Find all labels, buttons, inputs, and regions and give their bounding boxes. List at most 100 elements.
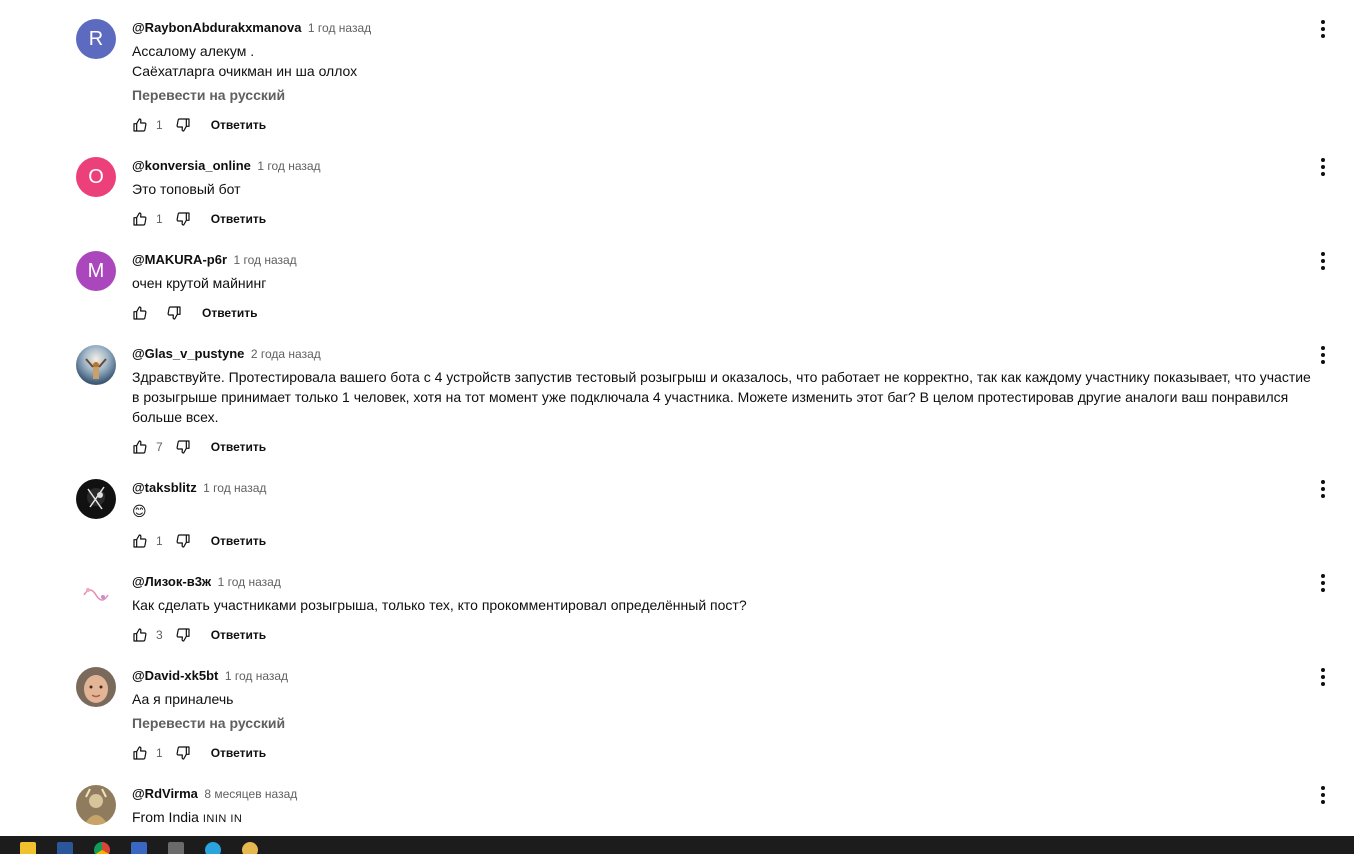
- avatar[interactable]: [76, 785, 116, 825]
- comments-list: R @RaybonAbdurakxmanova 1 год назад Асса…: [0, 0, 1354, 836]
- reply-button[interactable]: Ответить: [211, 628, 266, 642]
- avatar[interactable]: M: [76, 251, 116, 291]
- comment-time[interactable]: 1 год назад: [203, 481, 266, 495]
- avatar[interactable]: [76, 345, 116, 385]
- comment-header: @David-xk5bt 1 год назад: [132, 667, 1342, 685]
- word-icon[interactable]: [57, 842, 73, 854]
- reply-button[interactable]: Ответить: [211, 212, 266, 226]
- avatar[interactable]: R: [76, 19, 116, 59]
- comment-header: @RaybonAbdurakxmanova 1 год назад: [132, 19, 1342, 37]
- comment-actions: 7 Ответить: [132, 437, 266, 457]
- more-vert-icon[interactable]: [1313, 251, 1333, 271]
- comment-time[interactable]: 1 год назад: [233, 253, 296, 267]
- comment-author[interactable]: @Лизок-в3ж: [132, 574, 211, 589]
- thumb-up-icon[interactable]: [132, 627, 148, 643]
- comment-actions: 1 Ответить: [132, 743, 266, 763]
- thumb-up-icon[interactable]: [132, 305, 148, 321]
- comment-thread: @taksblitz 1 год назад 😊 1 Ответить: [0, 479, 1354, 559]
- photo-app-icon[interactable]: [168, 842, 184, 854]
- reply-button[interactable]: Ответить: [202, 306, 257, 320]
- comment-text: Аа я приналечь: [132, 689, 1342, 709]
- comment-author[interactable]: @David-xk5bt: [132, 668, 218, 683]
- comment-thread: O @konversia_online 1 год назад Это топо…: [0, 157, 1354, 237]
- comment-text-line: 😊: [132, 503, 147, 519]
- thumb-down-icon[interactable]: [175, 439, 191, 455]
- comment-thread: @Glas_v_pustyne 2 года назад Здравствуйт…: [0, 345, 1354, 465]
- more-vert-icon[interactable]: [1313, 785, 1333, 805]
- thumb-down-icon[interactable]: [175, 745, 191, 761]
- comment-actions: 1 Ответить: [132, 209, 266, 229]
- chart-app-icon[interactable]: [131, 842, 147, 854]
- avatar[interactable]: O: [76, 157, 116, 197]
- comment-body: @Лизок-в3ж 1 год назад Как сделать участ…: [132, 573, 1342, 615]
- more-vert-icon[interactable]: [1313, 479, 1333, 499]
- more-vert-icon[interactable]: [1313, 19, 1333, 39]
- comment-time[interactable]: 1 год назад: [218, 575, 281, 589]
- comment-thread: R @RaybonAbdurakxmanova 1 год назад Асса…: [0, 19, 1354, 139]
- thumb-down-icon[interactable]: [175, 211, 191, 227]
- comment-text-line: в розыгрыше принимает только 1 человек, …: [132, 389, 1289, 405]
- comment-actions: Ответить: [132, 303, 257, 323]
- reply-button[interactable]: Ответить: [211, 440, 266, 454]
- comment-text-line: больше всех.: [132, 409, 219, 425]
- comment-time[interactable]: 1 год назад: [308, 21, 371, 35]
- thumb-up-icon[interactable]: [132, 533, 148, 549]
- comment-thread: @David-xk5bt 1 год назад Аа я приналечь …: [0, 667, 1354, 767]
- telegram-icon[interactable]: [205, 842, 221, 854]
- comment-text-line: Аа я приналечь: [132, 691, 234, 707]
- thumb-down-icon[interactable]: [175, 533, 191, 549]
- more-vert-icon[interactable]: [1313, 667, 1333, 687]
- comment-header: @RdVirma 8 месяцев назад: [132, 785, 1342, 803]
- more-vert-icon[interactable]: [1313, 345, 1333, 365]
- thumb-down-icon[interactable]: [175, 117, 191, 133]
- more-vert-icon[interactable]: [1313, 573, 1333, 593]
- avatar[interactable]: [76, 573, 116, 613]
- comment-body: @RaybonAbdurakxmanova 1 год назад Ассало…: [132, 19, 1342, 105]
- avatar-letter: R: [88, 27, 104, 50]
- avatar[interactable]: [76, 479, 116, 519]
- comment-time[interactable]: 8 месяцев назад: [204, 787, 297, 801]
- thumb-down-icon[interactable]: [166, 305, 182, 321]
- comment-author[interactable]: @MAKURA-p6r: [132, 252, 227, 267]
- comment-text: Как сделать участниками розыгрыша, тольк…: [132, 595, 1342, 615]
- comment-text-suffix: ININ IN: [202, 813, 243, 825]
- comment-author[interactable]: @Glas_v_pustyne: [132, 346, 244, 361]
- comment-text-line: Здравствуйте. Протестировала вашего бота…: [132, 369, 1311, 385]
- comment-time[interactable]: 1 год назад: [257, 159, 320, 173]
- comment-text: Это топовый бот: [132, 179, 1342, 199]
- file-explorer-icon[interactable]: [20, 842, 36, 854]
- paint-app-icon[interactable]: [242, 842, 258, 854]
- avatar[interactable]: [76, 667, 116, 707]
- comment-actions: 1 Ответить: [132, 115, 266, 135]
- thumb-up-icon[interactable]: [132, 117, 148, 133]
- like-count: 1: [156, 534, 163, 548]
- comment-text: Ассалому алекум . Саёхатларга очикман ин…: [132, 41, 1342, 81]
- taskbar: [0, 836, 1354, 854]
- comment-text: очен крутой майнинг: [132, 273, 1342, 293]
- more-vert-icon[interactable]: [1313, 157, 1333, 177]
- chrome-icon[interactable]: [94, 842, 110, 854]
- thumb-up-icon[interactable]: [132, 439, 148, 455]
- comment-author[interactable]: @konversia_online: [132, 158, 251, 173]
- comment-text: Здравствуйте. Протестировала вашего бота…: [132, 367, 1342, 427]
- translate-link[interactable]: Перевести на русский: [132, 85, 1342, 105]
- like-count: 7: [156, 440, 163, 454]
- translate-link[interactable]: Перевести на русский: [132, 713, 1342, 733]
- reply-button[interactable]: Ответить: [211, 118, 266, 132]
- thumb-up-icon[interactable]: [132, 211, 148, 227]
- comment-author[interactable]: @taksblitz: [132, 480, 197, 495]
- comment-author[interactable]: @RdVirma: [132, 786, 198, 801]
- comment-actions: 3 Ответить: [132, 625, 266, 645]
- reply-button[interactable]: Ответить: [211, 746, 266, 760]
- comment-text-line: Ассалому алекум .: [132, 43, 255, 59]
- reply-button[interactable]: Ответить: [211, 534, 266, 548]
- comment-thread: M @MAKURA-p6r 1 год назад очен крутой ма…: [0, 251, 1354, 331]
- comment-time[interactable]: 2 года назад: [251, 347, 321, 361]
- comment-time[interactable]: 1 год назад: [225, 669, 288, 683]
- thumb-down-icon[interactable]: [175, 627, 191, 643]
- avatar-letter: M: [87, 259, 105, 282]
- comment-text: 😊: [132, 501, 1342, 521]
- thumb-up-icon[interactable]: [132, 745, 148, 761]
- comment-text-line: Как сделать участниками розыгрыша, тольк…: [132, 597, 747, 613]
- comment-author[interactable]: @RaybonAbdurakxmanova: [132, 20, 301, 35]
